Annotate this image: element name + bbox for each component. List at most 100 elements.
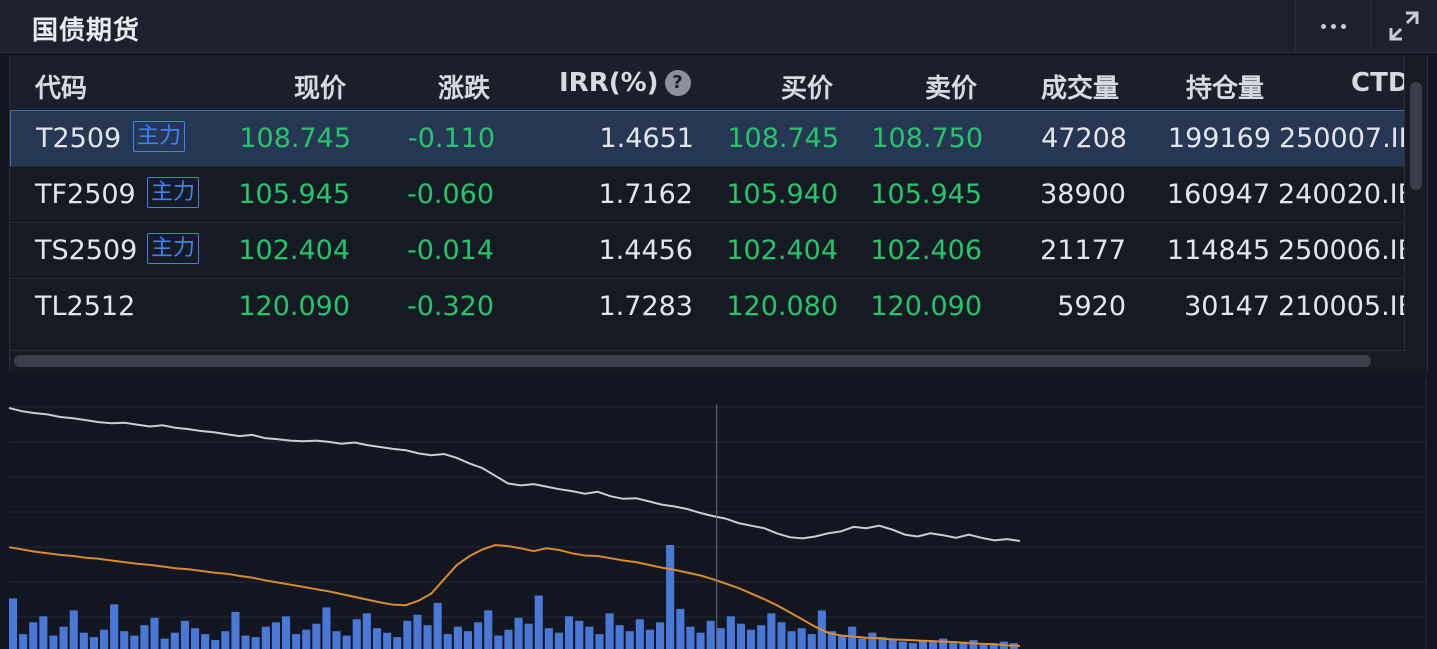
volume-bar: [797, 628, 806, 649]
volume-bar: [19, 634, 28, 649]
volume-bar: [49, 635, 58, 649]
volume-bar: [504, 629, 513, 649]
code-cell: TS2509: [35, 235, 138, 266]
volume-bar: [332, 631, 341, 649]
open-interest-cell: 160947: [1166, 179, 1270, 210]
volume-bar: [524, 623, 533, 649]
volume-bar: [251, 637, 260, 649]
intraday-chart-svg[interactable]: [0, 378, 1437, 649]
volume-bar: [787, 631, 796, 649]
volume-bar: [150, 617, 159, 649]
volume-bar: [211, 640, 220, 649]
column-header-irr[interactable]: IRR(%)?: [559, 68, 691, 98]
volume-bar: [888, 640, 897, 649]
main-contract-badge: 主力: [147, 233, 200, 264]
price-cell: 108.745: [239, 123, 351, 154]
volume-bar: [59, 626, 68, 649]
irr-cell: 1.4651: [599, 123, 694, 154]
volume-bar: [261, 626, 270, 649]
table-row[interactable]: TS2509 主力 102.404 -0.014 1.4456 102.404 102.40…: [10, 222, 1416, 278]
open-interest-cell: 199169: [1167, 123, 1271, 154]
volume-cell: 21177: [1040, 235, 1126, 266]
intraday-chart[interactable]: [0, 378, 1437, 649]
volume-bar: [868, 632, 877, 649]
column-header-code[interactable]: 代码: [35, 68, 87, 105]
table-header: 代码 现价 涨跌 IRR(%)? 买价 卖价 成交量 持仓量 CTD: [10, 56, 1409, 110]
volume-bar: [838, 635, 847, 649]
change-cell: -0.320: [406, 291, 494, 322]
volume-bar: [747, 629, 756, 649]
volume-bar: [241, 635, 250, 649]
volume-bar: [575, 620, 584, 649]
horizontal-scrollbar[interactable]: [10, 350, 1405, 371]
volume-bar: [322, 607, 331, 649]
volume-bar: [565, 616, 574, 649]
volume-bar: [767, 613, 776, 649]
column-header-open-interest[interactable]: 持仓量: [1186, 68, 1264, 105]
more-options-button[interactable]: [1295, 0, 1370, 52]
volume-bar: [160, 638, 169, 649]
volume-bar: [302, 629, 311, 649]
expand-button[interactable]: [1370, 0, 1437, 52]
volume-bar: [484, 610, 493, 649]
column-header-ctd[interactable]: CTD: [1351, 68, 1409, 98]
volume-bar: [706, 620, 715, 649]
column-header-ask[interactable]: 卖价: [925, 68, 977, 105]
price-cell: 105.945: [238, 179, 350, 210]
code-cell: TL2512: [35, 291, 136, 322]
expand-icon: [1389, 11, 1419, 41]
column-header-price[interactable]: 现价: [294, 68, 346, 105]
change-cell: -0.014: [406, 235, 494, 266]
volume-bar: [130, 635, 139, 649]
volume-bar: [393, 637, 402, 649]
ask-cell: 108.750: [871, 123, 983, 154]
more-dots-icon: [1320, 23, 1326, 29]
ask-cell: 120.090: [870, 291, 982, 322]
open-interest-cell: 30147: [1184, 291, 1270, 322]
volume-bar: [979, 644, 988, 649]
ctd-cell: 250007.IB: [1279, 123, 1418, 154]
volume-bar: [453, 626, 462, 649]
volume-bar: [201, 634, 210, 649]
vertical-scrollbar[interactable]: [1404, 56, 1427, 350]
volume-bar: [373, 628, 382, 649]
treasury-futures-panel: 国债期货 代码 现价 涨跌 IRR(%)? 买价 卖价 成交量 持仓量 CTD …: [0, 0, 1437, 649]
table-row[interactable]: TL2512 120.090 -0.320 1.7283 120.080 120.090 5…: [10, 278, 1416, 334]
volume-bar: [585, 626, 594, 649]
volume-bar: [443, 634, 452, 649]
volume-bar: [757, 625, 766, 649]
volume-bar: [544, 628, 553, 649]
volume-bar: [342, 635, 351, 649]
volume-bar: [686, 626, 695, 649]
change-cell: -0.110: [407, 123, 495, 154]
ctd-cell: 240020.IB: [1278, 179, 1417, 210]
volume-bar: [39, 616, 48, 649]
volume-bar: [352, 619, 361, 649]
volume-bar: [221, 631, 230, 649]
vertical-scrollbar-thumb[interactable]: [1410, 82, 1422, 190]
column-header-volume[interactable]: 成交量: [1041, 68, 1119, 105]
price-cell: 102.404: [238, 235, 350, 266]
volume-bar: [120, 631, 129, 649]
volume-bar: [423, 625, 432, 649]
volume-bar: [191, 628, 200, 649]
volume-bar: [383, 632, 392, 649]
volume-bar: [362, 613, 371, 649]
volume-bar: [635, 619, 644, 649]
volume-bar: [231, 611, 240, 649]
volume-cell: 5920: [1057, 291, 1126, 322]
volume-bar: [908, 643, 917, 649]
volume-bar: [676, 608, 685, 649]
table-row[interactable]: T2509 主力 108.745 -0.110 1.4651 108.745 108.750…: [10, 110, 1417, 167]
futures-table: 代码 现价 涨跌 IRR(%)? 买价 卖价 成交量 持仓量 CTD T2509…: [9, 56, 1428, 372]
volume-bar: [312, 623, 321, 649]
table-row[interactable]: TF2509 主力 105.945 -0.060 1.7162 105.940 105.94…: [10, 166, 1416, 222]
column-header-bid[interactable]: 买价: [781, 68, 833, 105]
question-circle-icon[interactable]: ?: [664, 70, 691, 96]
code-cell: TF2509: [35, 179, 136, 210]
bid-cell: 120.080: [726, 291, 838, 322]
column-header-change[interactable]: 涨跌: [438, 68, 490, 105]
volume-bar: [140, 625, 149, 649]
horizontal-scrollbar-thumb[interactable]: [14, 355, 1371, 367]
volume-bar: [807, 634, 816, 649]
